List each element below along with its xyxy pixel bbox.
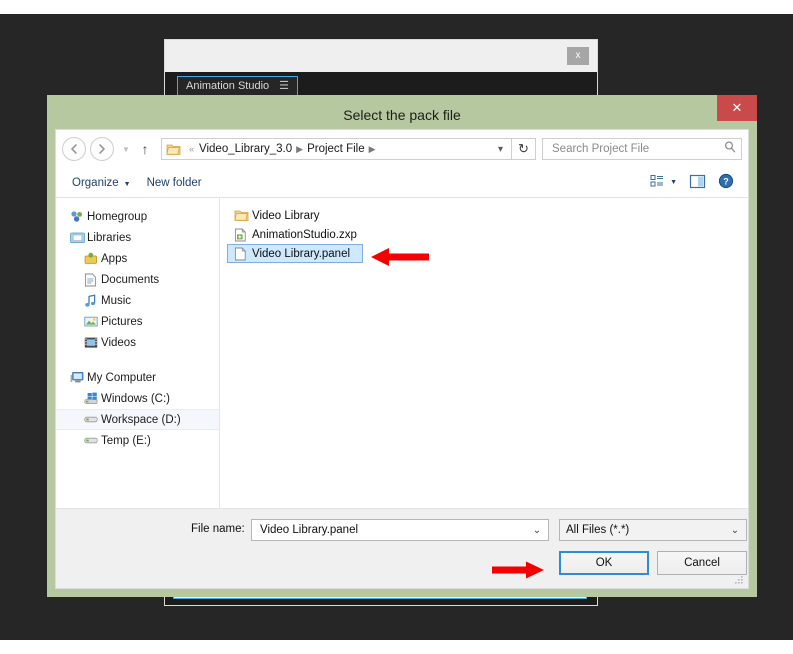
- zxp-file-icon: [234, 227, 252, 242]
- sidebar-item-label: Workspace (D:): [101, 413, 181, 426]
- sidebar-item-homegroup[interactable]: Homegroup: [56, 206, 219, 227]
- file-list-item-folder[interactable]: Video Library: [228, 206, 362, 225]
- sidebar-item-label: Videos: [101, 336, 136, 349]
- chevron-down-icon[interactable]: ▾: [492, 144, 509, 155]
- breadcrumb-prefix: «: [189, 144, 195, 154]
- breadcrumb[interactable]: « Video_Library_3.0 ▶ Project File ▶ ▾: [161, 138, 512, 160]
- dialog-body: Homegroup Libraries Apps Documents Music…: [56, 198, 748, 508]
- sidebar-item-label: My Computer: [87, 371, 157, 384]
- dialog-footer: File name: ⌄ All Files (*.*) ⌄ OK Cancel: [56, 508, 748, 588]
- chevron-down-icon[interactable]: ▼: [118, 145, 134, 154]
- svg-text:?: ?: [723, 177, 729, 187]
- search-icon: [723, 140, 737, 159]
- chevron-down-icon[interactable]: ⌄: [528, 525, 546, 536]
- breadcrumb-separator-1[interactable]: ▶: [369, 144, 376, 155]
- file-list-item-label: Video Library: [252, 209, 320, 222]
- breadcrumb-item-0[interactable]: Video_Library_3.0: [199, 143, 292, 155]
- arrow-up-icon[interactable]: ↑: [134, 141, 156, 157]
- pictures-icon: [84, 315, 101, 328]
- sidebar-item-music[interactable]: Music: [56, 290, 219, 311]
- ok-button[interactable]: OK: [559, 551, 649, 575]
- animation-studio-tab-label: Animation Studio: [186, 80, 270, 92]
- help-button[interactable]: ?: [712, 171, 740, 194]
- file-list-item-panel[interactable]: Video Library.panel: [227, 244, 363, 263]
- sidebar-group-spacer: [56, 353, 219, 367]
- apps-icon: [84, 252, 101, 265]
- file-list-item-label: Video Library.panel: [252, 247, 351, 260]
- chevron-down-icon: ⌄: [730, 524, 740, 536]
- chevron-down-icon: ▼: [123, 180, 131, 188]
- sidebar-item-windows-c[interactable]: Windows (C:): [56, 388, 219, 409]
- libraries-icon: [70, 231, 87, 244]
- sidebar-item-label: Pictures: [101, 315, 143, 328]
- filename-input[interactable]: [258, 523, 528, 537]
- windows-drive-icon: [84, 392, 101, 405]
- navigation-sidebar: Homegroup Libraries Apps Documents Music…: [56, 198, 220, 508]
- organize-button[interactable]: Organize ▼: [64, 174, 139, 192]
- dialog-content: ▼ ↑ « Video_Library_3.0 ▶ Project File ▶: [55, 129, 749, 589]
- sidebar-item-my-computer[interactable]: My Computer: [56, 367, 219, 388]
- sidebar-item-label: Windows (C:): [101, 392, 171, 405]
- select-pack-file-dialog: Select the pack file ✕ ▼ ↑ « Video_Libra…: [47, 95, 757, 597]
- background-window-titlebar: x: [165, 40, 597, 72]
- sidebar-item-label: Music: [101, 294, 132, 307]
- dialog-titlebar[interactable]: Select the pack file ✕: [55, 95, 757, 129]
- folder-icon: [166, 143, 181, 156]
- computer-icon: [70, 371, 87, 384]
- breadcrumb-item-1[interactable]: Project File: [307, 143, 365, 155]
- preview-pane-icon: [689, 174, 706, 192]
- forward-button[interactable]: [90, 137, 114, 161]
- filename-combobox[interactable]: ⌄: [251, 519, 549, 541]
- documents-icon: [84, 273, 101, 287]
- file-list-item-zxp[interactable]: AnimationStudio.zxp: [228, 225, 362, 244]
- dialog-close-button[interactable]: ✕: [717, 95, 757, 121]
- animation-studio-tab[interactable]: Animation Studio ☰: [177, 76, 299, 97]
- change-view-button[interactable]: ▼: [644, 172, 683, 193]
- show-preview-pane-button[interactable]: [683, 172, 712, 194]
- sidebar-item-label: Temp (E:): [101, 434, 151, 447]
- breadcrumb-separator-0[interactable]: ▶: [296, 144, 303, 155]
- command-bar: Organize ▼ New folder ▼ ?: [56, 168, 748, 198]
- refresh-icon[interactable]: ↻: [512, 138, 536, 160]
- organize-label: Organize: [72, 176, 119, 189]
- search-box[interactable]: [542, 138, 742, 160]
- sidebar-item-label: Homegroup: [87, 210, 148, 223]
- sidebar-item-label: Apps: [101, 252, 128, 265]
- file-type-dropdown[interactable]: All Files (*.*) ⌄: [559, 519, 747, 541]
- folder-icon: [234, 209, 252, 222]
- sidebar-item-libraries[interactable]: Libraries: [56, 227, 219, 248]
- sidebar-item-pictures[interactable]: Pictures: [56, 311, 219, 332]
- sidebar-item-videos[interactable]: Videos: [56, 332, 219, 353]
- navigation-bar: ▼ ↑ « Video_Library_3.0 ▶ Project File ▶: [56, 130, 748, 168]
- drive-icon: [84, 435, 101, 446]
- file-type-value: All Files (*.*): [566, 524, 630, 536]
- back-button[interactable]: [62, 137, 86, 161]
- cancel-button[interactable]: Cancel: [657, 551, 747, 575]
- sidebar-item-apps[interactable]: Apps: [56, 248, 219, 269]
- search-input[interactable]: [550, 142, 723, 156]
- filename-label: File name:: [191, 523, 245, 535]
- sidebar-item-label: Documents: [101, 273, 160, 286]
- file-list[interactable]: Video Library AnimationStudio.zxp Video …: [220, 198, 748, 508]
- file-list-item-label: AnimationStudio.zxp: [252, 228, 357, 241]
- resize-grip-icon[interactable]: [733, 573, 745, 585]
- homegroup-icon: [70, 210, 87, 223]
- background-window-close-button[interactable]: x: [567, 47, 589, 65]
- sidebar-item-label: Libraries: [87, 231, 132, 244]
- dialog-title: Select the pack file: [343, 107, 461, 123]
- help-icon: ?: [718, 173, 734, 192]
- music-icon: [84, 293, 101, 308]
- drive-icon: [84, 414, 101, 425]
- hamburger-icon[interactable]: ☰: [279, 77, 289, 96]
- screen: x Animation Studio ☰ Select the pack file…: [0, 0, 793, 654]
- sidebar-item-temp-e[interactable]: Temp (E:): [56, 430, 219, 451]
- videos-icon: [84, 336, 101, 349]
- sidebar-item-documents[interactable]: Documents: [56, 269, 219, 290]
- new-folder-button[interactable]: New folder: [139, 174, 210, 192]
- view-layout-icon: [650, 174, 665, 191]
- chevron-down-icon: ▼: [670, 179, 677, 186]
- generic-file-icon: [234, 246, 252, 261]
- sidebar-item-workspace-d[interactable]: Workspace (D:): [56, 409, 219, 430]
